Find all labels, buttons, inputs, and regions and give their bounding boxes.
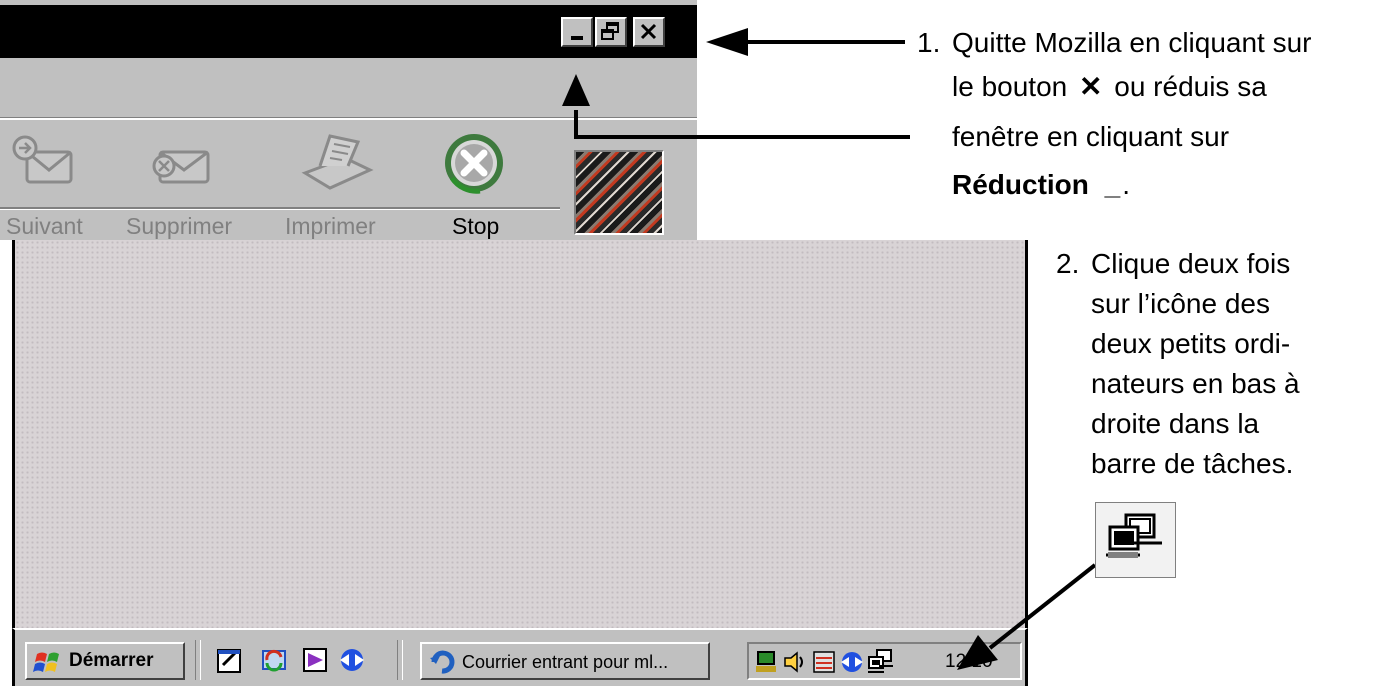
close-button[interactable] xyxy=(633,17,665,47)
step-2-line: sur l’icône des xyxy=(1091,288,1270,319)
step-2-line: barre de tâches. xyxy=(1091,448,1294,479)
toolbar-separator xyxy=(0,207,560,210)
network-computers-icon-graphic xyxy=(1106,513,1162,558)
title-bar xyxy=(0,5,697,58)
minimize-symbol: _ xyxy=(1104,169,1121,200)
restore-icon xyxy=(601,22,619,40)
task-button-courrier[interactable]: Courrier entrant pour ml... xyxy=(420,642,710,680)
show-desktop-icon[interactable] xyxy=(301,645,331,675)
suivant-label: Suivant xyxy=(6,213,83,239)
scheduler-icon[interactable] xyxy=(811,648,837,676)
minimize-icon xyxy=(571,36,583,40)
step-2-number: 2. xyxy=(1056,248,1080,279)
instruction-step-2-text: Clique deux fois sur l’icône des deux pe… xyxy=(1091,244,1381,484)
mozilla-throbber-icon[interactable] xyxy=(574,150,664,235)
step-2-line: nateurs en bas à xyxy=(1091,368,1300,399)
task-label: Courrier entrant pour ml... xyxy=(462,652,669,672)
mozilla-window: Suivant Supprimer Imprimer Stop xyxy=(0,0,697,240)
step-1-number: 1. xyxy=(917,27,941,58)
close-icon xyxy=(640,23,657,40)
stop-icon[interactable] xyxy=(440,128,510,198)
arrow-head-close xyxy=(706,28,748,56)
close-symbol: ✕ xyxy=(1079,71,1103,102)
clock: 12:10 xyxy=(945,651,993,672)
stop-label: Stop xyxy=(452,213,500,239)
desktop xyxy=(12,240,1028,630)
step-1-line-4: Réduction _. xyxy=(952,169,1131,200)
step-2-line: droite dans la xyxy=(1091,408,1260,439)
notepad-icon[interactable] xyxy=(215,645,245,675)
menu-bar xyxy=(0,58,697,120)
network-computers-icon xyxy=(1095,502,1176,578)
printer-icon[interactable] xyxy=(290,128,380,198)
volume-icon[interactable] xyxy=(781,648,807,676)
refresh-icon[interactable] xyxy=(259,645,291,675)
system-tray: 12:10 xyxy=(747,642,1022,680)
step-1-line-1: Quitte Mozilla en cliquant sur xyxy=(952,27,1312,58)
restore-button[interactable] xyxy=(595,17,627,47)
supprimer-label: Supprimer xyxy=(126,213,233,239)
start-label: Démarrer xyxy=(69,650,154,671)
instruction-step-1-text: Quitte Mozilla en cliquant sur le bouton… xyxy=(952,23,1382,205)
minimize-button[interactable] xyxy=(561,17,593,47)
taskbar: Démarrer Courrier entrant pour ml... 12:… xyxy=(12,628,1028,686)
start-button[interactable]: Démarrer xyxy=(25,642,185,680)
envelope-delete-icon[interactable] xyxy=(140,130,230,190)
mail-app-icon xyxy=(430,650,455,674)
instruction-step-1: 1. xyxy=(917,23,940,63)
step-2-line: deux petits ordi- xyxy=(1091,328,1291,359)
imprimer-label: Imprimer xyxy=(285,213,376,239)
taskbar-separator xyxy=(397,640,403,680)
envelope-forward-icon[interactable] xyxy=(5,130,85,190)
step-2-line: Clique deux fois xyxy=(1091,248,1291,279)
messenger-icon[interactable] xyxy=(337,645,367,675)
network-tray-icon[interactable] xyxy=(755,648,781,676)
instruction-step-2: 2. xyxy=(1056,244,1079,284)
step-1-line-3: fenêtre en cliquant sur xyxy=(952,121,1230,152)
messenger-tray-icon[interactable] xyxy=(839,648,865,676)
step-1-line-2: le bouton ✕ ou réduis sa xyxy=(952,71,1267,102)
network-computers-tray-icon[interactable] xyxy=(867,648,895,676)
taskbar-separator xyxy=(195,640,201,680)
windows-logo-icon xyxy=(33,652,59,672)
